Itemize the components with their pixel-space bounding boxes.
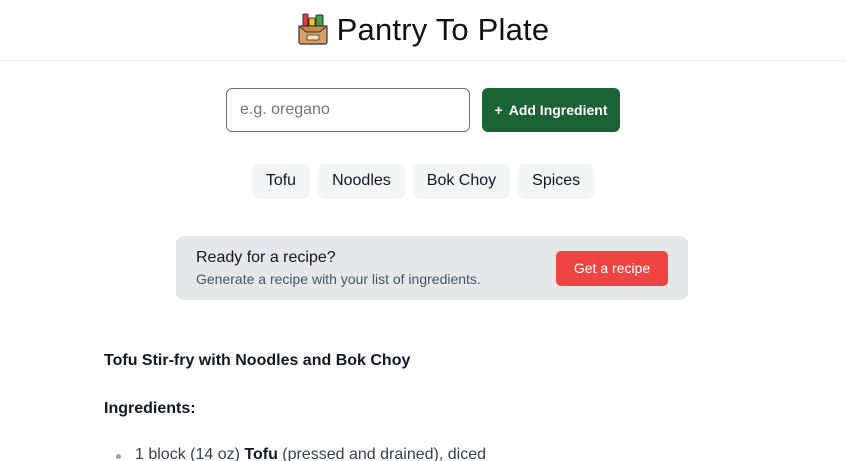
add-ingredient-button[interactable]: + Add Ingredient — [482, 88, 620, 132]
ingredient-amount: 1 block (14 oz) — [135, 446, 245, 461]
add-ingredient-label: Add Ingredient — [508, 102, 608, 118]
pantry-box-icon — [297, 12, 329, 48]
ingredient-name: Tofu — [244, 446, 278, 461]
list-item: 1 block (14 oz) Tofu (pressed and draine… — [104, 446, 744, 461]
recipe-cta-card: Ready for a recipe? Generate a recipe wi… — [176, 236, 688, 300]
app-header: Pantry To Plate — [0, 0, 846, 61]
ingredient-form: + Add Ingredient — [0, 88, 846, 132]
recipe-title: Tofu Stir-fry with Noodles and Bok Choy — [104, 352, 411, 369]
plus-icon: + — [494, 102, 503, 118]
ingredients-list: 1 block (14 oz) Tofu (pressed and draine… — [104, 446, 744, 461]
ingredient-chip[interactable]: Spices — [519, 164, 594, 197]
ingredient-chip[interactable]: Bok Choy — [413, 164, 510, 197]
ingredient-chip[interactable]: Noodles — [319, 164, 404, 197]
ingredient-chip[interactable]: Tofu — [252, 164, 310, 197]
ingredient-chips: Tofu Noodles Bok Choy Spices — [0, 164, 846, 197]
get-recipe-button[interactable]: Get a recipe — [556, 250, 668, 286]
cta-text: Ready for a recipe? Generate a recipe wi… — [196, 249, 481, 287]
ingredient-note: (pressed and drained), diced — [277, 446, 486, 461]
ingredients-heading: Ingredients: — [104, 400, 196, 417]
cta-subtitle: Generate a recipe with your list of ingr… — [196, 271, 481, 287]
recipe-output: Tofu Stir-fry with Noodles and Bok Choy … — [104, 352, 744, 461]
ingredient-input[interactable] — [226, 88, 470, 132]
cta-title: Ready for a recipe? — [196, 249, 336, 266]
app-title: Pantry To Plate — [336, 12, 550, 47]
